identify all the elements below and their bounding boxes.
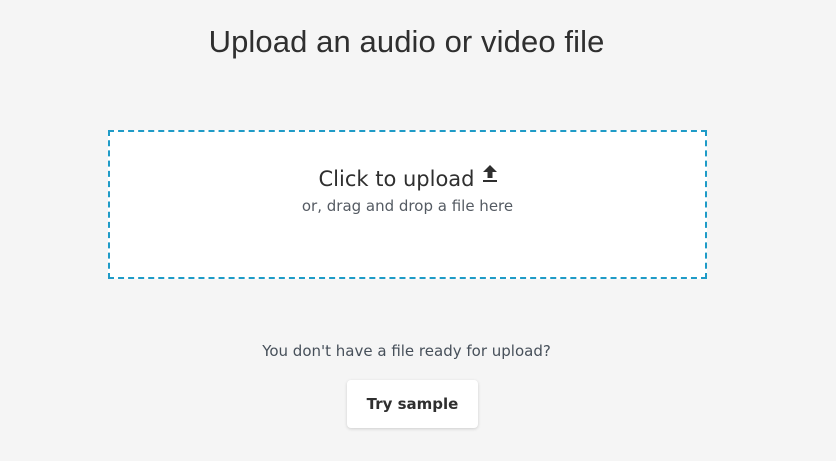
page-title: Upload an audio or video file bbox=[208, 24, 605, 59]
upload-icon bbox=[482, 164, 497, 182]
try-sample-button[interactable]: Try sample bbox=[347, 380, 478, 428]
upload-dropzone[interactable]: Click to upload or, drag and drop a file… bbox=[108, 130, 707, 279]
click-to-upload[interactable]: Click to upload bbox=[318, 164, 497, 191]
click-to-upload-label: Click to upload bbox=[318, 167, 475, 191]
drag-drop-hint: or, drag and drop a file here bbox=[301, 197, 514, 215]
no-file-prompt: You don't have a file ready for upload? bbox=[262, 342, 551, 360]
upload-dropzone-content: Click to upload or, drag and drop a file… bbox=[110, 164, 705, 215]
